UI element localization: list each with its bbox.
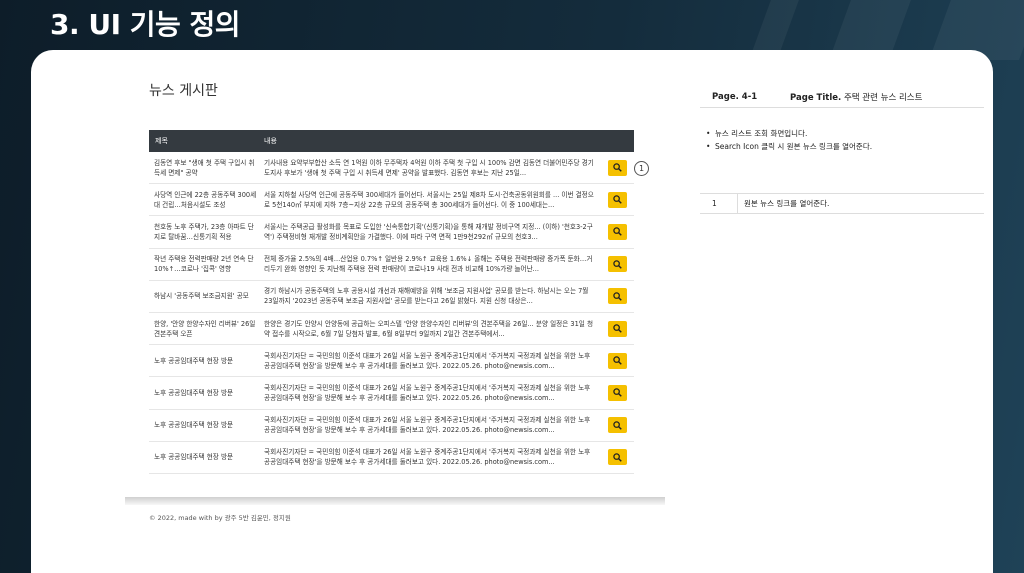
search-button[interactable] xyxy=(608,352,627,369)
spec-item: 1 원본 뉴스 링크를 열어준다. xyxy=(700,194,984,214)
spec-header: Page. 4-1 Page Title. 주택 관련 뉴스 리스트 xyxy=(700,86,984,108)
search-button[interactable] xyxy=(608,159,627,176)
news-content: 국회사진기자단 = 국민의힘 이준석 대표가 26일 서울 노원구 중계주공1단… xyxy=(264,416,591,435)
page-number: Page. 4-1 xyxy=(712,91,758,102)
search-icon xyxy=(613,163,622,172)
table-row: 노후 공공임대주택 현장 방문 국회사진기자단 = 국민의힘 이준석 대표가 2… xyxy=(149,377,634,410)
news-title[interactable]: 노후 공공임대주택 현장 방문 xyxy=(149,388,264,398)
column-header-title: 제목 xyxy=(155,137,168,145)
search-button[interactable] xyxy=(608,288,627,305)
spec-item-text: 원본 뉴스 링크를 열어준다. xyxy=(744,199,830,208)
news-content: 전체 증가율 2.5%의 4배…산업용 0.7%↑ 일반용 2.9%↑ 교육용 … xyxy=(264,255,593,274)
table-header: 제목 내용 xyxy=(149,130,634,152)
table-row: 한양, '안양 한양수자인 리버뷰' 26일 견본주택 오픈 한양은 경기도 안… xyxy=(149,313,634,346)
column-header-content: 내용 xyxy=(264,137,277,145)
news-title[interactable]: 노후 공공임대주택 현장 방문 xyxy=(149,452,264,462)
news-title[interactable]: 하남시 '공동주택 보조금지원' 공모 xyxy=(149,291,264,301)
description-item: 뉴스 리스트 조회 화면입니다. xyxy=(706,128,984,141)
search-icon xyxy=(613,259,622,269)
page-title-value: 주택 관련 뉴스 리스트 xyxy=(843,92,923,103)
search-icon xyxy=(613,292,622,301)
table-row: 노후 공공임대주택 현장 방문 국회사진기자단 = 국민의힘 이준석 대표가 2… xyxy=(149,345,634,378)
table-row: 노후 공공임대주택 현장 방문 국회사진기자단 = 국민의힘 이준석 대표가 2… xyxy=(149,442,634,474)
footer-divider xyxy=(125,497,665,505)
footer-copyright: © 2022, made with by 광주 5반 김윤민, 정지원 xyxy=(149,514,291,522)
news-title[interactable]: 작년 주택용 전력판매량 2년 연속 단 10%↑…코로나 '집콕' 영향 xyxy=(149,254,264,274)
search-button[interactable] xyxy=(608,417,627,434)
search-icon xyxy=(613,388,622,398)
news-content: 서울시는 주택공급 활성화를 목표로 도입한 '신속통합기획'(신통기획)을 통… xyxy=(264,222,593,241)
search-icon xyxy=(613,420,622,430)
search-button[interactable] xyxy=(608,320,627,337)
table-row: 천호동 노후 주택가, 23층 아파트 단지로 탈바꿈…신통기획 적용 서울시는… xyxy=(149,216,634,249)
news-title[interactable]: 노후 공공임대주택 현장 방문 xyxy=(149,356,264,366)
news-content: 한양은 경기도 안양시 안양동에 공급하는 오피스텔 '안양 한양수자인 리버뷰… xyxy=(264,319,594,338)
callout-marker: 1 xyxy=(634,161,649,176)
slide-title: 3. UI 기능 정의 xyxy=(50,8,241,41)
spec-panel: Page. 4-1 Page Title. 주택 관련 뉴스 리스트 뉴스 리스… xyxy=(700,86,984,214)
search-icon xyxy=(613,356,622,366)
search-icon xyxy=(613,195,622,205)
news-title[interactable]: 김동연 후보 "생애 첫 주택 구입시 취득세 면제" 공약 xyxy=(149,158,264,178)
search-button[interactable] xyxy=(608,223,627,240)
news-title[interactable]: 사당역 인근에 22층 공동주택 300세대 건립…처음시설도 조성 xyxy=(149,190,264,210)
search-button[interactable] xyxy=(608,384,627,401)
search-icon xyxy=(613,227,622,237)
news-content: 국회사진기자단 = 국민의힘 이준석 대표가 26일 서울 노원구 중계주공1단… xyxy=(264,351,591,370)
page-title: Page Title. 주택 관련 뉴스 리스트 xyxy=(790,91,984,103)
search-icon xyxy=(613,453,622,462)
board-title: 뉴스 게시판 xyxy=(149,83,218,99)
table-body: 김동연 후보 "생애 첫 주택 구입시 취득세 면제" 공약 기사내용 요약부부… xyxy=(149,152,634,474)
table-row: 작년 주택용 전력판매량 2년 연속 단 10%↑…코로나 '집콕' 영향 전체… xyxy=(149,249,634,281)
table-row: 김동연 후보 "생애 첫 주택 구입시 취득세 면제" 공약 기사내용 요약부부… xyxy=(149,152,634,185)
news-title[interactable]: 노후 공공임대주택 현장 방문 xyxy=(149,420,264,430)
search-icon xyxy=(613,324,622,333)
spec-item-number: 1 xyxy=(700,194,738,213)
table-row: 노후 공공임대주택 현장 방문 국회사진기자단 = 국민의힘 이준석 대표가 2… xyxy=(149,410,634,442)
search-button[interactable] xyxy=(608,256,627,273)
news-table: 제목 내용 김동연 후보 "생애 첫 주택 구입시 취득세 면제" 공약 기사내… xyxy=(149,130,634,474)
news-content: 국회사진기자단 = 국민의힘 이준석 대표가 26일 서울 노원구 중계주공1단… xyxy=(264,448,591,467)
news-title[interactable]: 천호동 노후 주택가, 23층 아파트 단지로 탈바꿈…신통기획 적용 xyxy=(149,222,264,242)
news-content: 서울 지하철 사당역 인근에 공동주택 300세대가 들어선다. 서울시는 25… xyxy=(264,190,594,209)
search-button[interactable] xyxy=(608,449,627,466)
description-item: Search Icon 클릭 시 원본 뉴스 링크를 열어준다. xyxy=(706,141,984,154)
spec-description: 뉴스 리스트 조회 화면입니다. Search Icon 클릭 시 원본 뉴스 … xyxy=(700,108,984,194)
news-content: 국회사진기자단 = 국민의힘 이준석 대표가 26일 서울 노원구 중계주공1단… xyxy=(264,383,591,402)
page-title-label: Page Title. xyxy=(790,92,842,103)
news-title[interactable]: 한양, '안양 한양수자인 리버뷰' 26일 견본주택 오픈 xyxy=(149,319,264,339)
news-content: 경기 하남시가 공동주택의 노후 공용시설 개선과 재해예방을 위해 '보조금 … xyxy=(264,287,589,306)
search-button[interactable] xyxy=(608,191,627,208)
table-row: 사당역 인근에 22층 공동주택 300세대 건립…처음시설도 조성 서울 지하… xyxy=(149,184,634,217)
table-row: 하남시 '공동주택 보조금지원' 공모 경기 하남시가 공동주택의 노후 공용시… xyxy=(149,281,634,313)
news-content: 기사내용 요약부부합산 소득 연 1억원 이하 무주택자 4억원 이하 주택 첫… xyxy=(264,158,594,177)
